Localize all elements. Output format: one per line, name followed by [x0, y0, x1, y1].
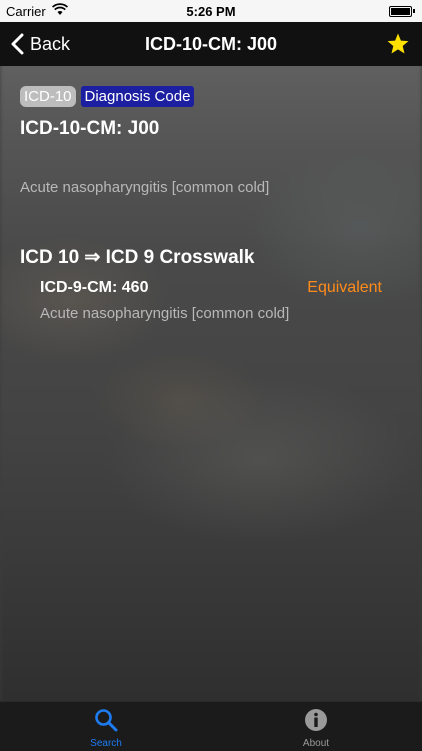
- search-icon: [95, 709, 118, 732]
- tab-search-label: Search: [90, 738, 122, 749]
- crosswalk-match-status: Equivalent: [307, 279, 382, 296]
- star-icon[interactable]: [386, 32, 410, 56]
- blurred-background: [0, 0, 422, 750]
- code-type-badge: Diagnosis Code: [80, 86, 195, 107]
- code-description: Acute nasopharyngitis [common cold]: [20, 179, 270, 196]
- info-icon: [305, 709, 327, 731]
- navigation-bar: Back ICD-10-CM: J00: [0, 22, 422, 66]
- status-time: 5:26 PM: [186, 4, 236, 19]
- tab-bar: Search About: [0, 701, 422, 751]
- crosswalk-description: Acute nasopharyngitis [common cold]: [40, 305, 290, 322]
- crosswalk-heading: ICD 10 ⇒ ICD 9 Crosswalk: [20, 247, 255, 268]
- battery-icon: [389, 6, 415, 17]
- code-title: ICD-10-CM: J00: [20, 118, 160, 139]
- status-bar: Carrier 5:26 PM: [0, 0, 422, 22]
- nav-title: ICD-10-CM: J00: [144, 34, 278, 54]
- code-badges: ICD-10 Diagnosis Code: [20, 86, 195, 107]
- version-badge: ICD-10: [20, 86, 76, 107]
- crosswalk-code[interactable]: ICD-9-CM: 460: [40, 279, 148, 297]
- tab-search[interactable]: Search: [56, 702, 156, 751]
- tab-about-label: About: [302, 738, 330, 749]
- tab-about[interactable]: About: [266, 702, 366, 751]
